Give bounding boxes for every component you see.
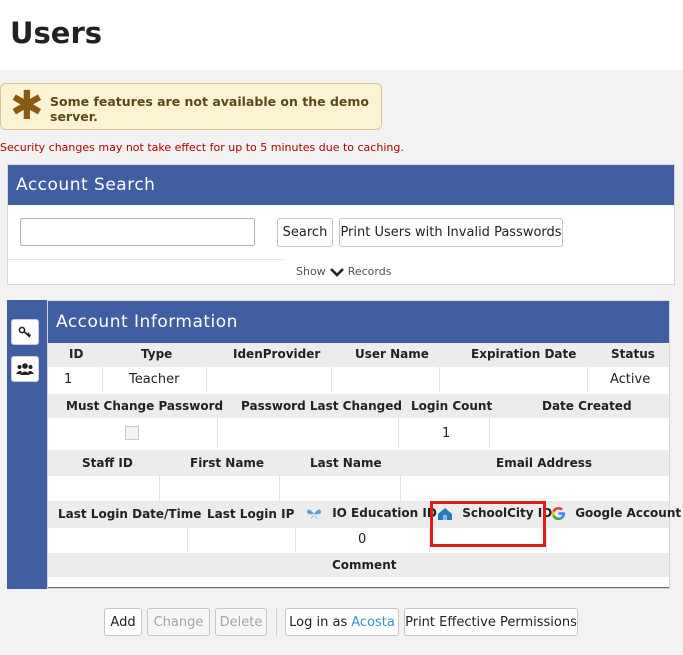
row4-values: 0 (48, 528, 669, 552)
google-account-header: Google Account (575, 506, 682, 520)
notice-text: Some features are not available on the d… (50, 94, 370, 124)
password-last-changed-header: Password Last Changed (241, 399, 402, 413)
chevron-down-icon (329, 267, 344, 277)
io-education-id-header-cell: IO Education ID (306, 506, 437, 520)
username-header: User Name (355, 347, 429, 361)
type-header: Type (141, 347, 173, 361)
idenprovider-header: IdenProvider (233, 347, 321, 361)
status-header: Status (611, 347, 655, 361)
must-change-password-header: Must Change Password (66, 399, 224, 413)
row3-values (48, 476, 669, 501)
log-in-as-user: Acosta (351, 614, 395, 630)
login-count-header: Login Count (411, 399, 493, 413)
account-information-header: Account Information (48, 301, 669, 343)
io-education-id-value: 0 (358, 532, 367, 547)
last-login-datetime-header: Last Login Date/Time (58, 507, 202, 521)
page-title: Users (10, 16, 103, 50)
demo-notice: ✱ Some features are not available on the… (0, 83, 382, 130)
add-button[interactable]: Add (104, 608, 142, 636)
row1-values: 1 Teacher Active (48, 367, 669, 392)
first-name-header: First Name (190, 456, 265, 470)
type-value: Teacher (129, 372, 180, 387)
login-count-value: 1 (442, 426, 451, 441)
key-icon (18, 326, 32, 338)
action-divider (276, 608, 277, 636)
id-header: ID (69, 347, 84, 361)
show-records-toggle[interactable]: Show Records (296, 265, 391, 278)
change-button[interactable]: Change (147, 608, 210, 636)
groups-tab[interactable] (11, 356, 39, 382)
butterfly-icon (306, 509, 322, 519)
asterisk-icon: ✱ (10, 83, 44, 129)
row2-values: 1 (48, 418, 669, 448)
print-effective-permissions-button[interactable]: Print Effective Permissions (404, 608, 578, 636)
date-created-header: Date Created (542, 399, 632, 413)
show-label: Show (296, 265, 326, 278)
last-name-header: Last Name (310, 456, 382, 470)
comment-value[interactable] (48, 577, 669, 588)
account-information-panel: Account Information ID Type IdenProvider… (47, 300, 681, 589)
last-login-ip-header: Last Login IP (207, 507, 295, 521)
log-in-as-label: Log in as (289, 614, 348, 630)
status-value: Active (610, 372, 651, 387)
row3-headers: Staff ID First Name Last Name Email Addr… (48, 450, 669, 476)
account-search-panel: Account Search Search Print Users with I… (7, 164, 675, 285)
records-label: Records (347, 265, 392, 278)
google-g-icon (551, 506, 566, 521)
email-address-header: Email Address (496, 456, 593, 470)
schoolcity-id-highlight (430, 501, 546, 547)
expiration-date-header: Expiration Date (471, 347, 577, 361)
comment-header: Comment (332, 558, 397, 572)
row5-headers: Comment (48, 553, 669, 577)
row1-headers: ID Type IdenProvider User Name Expiratio… (48, 343, 669, 367)
id-value: 1 (64, 372, 73, 387)
delete-button[interactable]: Delete (215, 608, 267, 636)
print-invalid-passwords-button[interactable]: Print Users with Invalid Passwords (339, 218, 563, 247)
search-divider (8, 259, 283, 260)
row2-headers: Must Change Password Password Last Chang… (48, 394, 669, 418)
log-in-as-button[interactable]: Log in as Acosta (285, 608, 399, 636)
side-tab-strip (7, 300, 47, 589)
google-account-header-cell: Google Account (551, 506, 681, 521)
caching-warning: Security changes may not take effect for… (0, 141, 404, 154)
search-input[interactable] (20, 218, 255, 246)
row4-headers: Last Login Date/Time Last Login IP IO Ed… (48, 501, 681, 528)
key-tab[interactable] (11, 319, 39, 345)
must-change-password-checkbox[interactable] (125, 426, 139, 440)
search-button[interactable]: Search (277, 218, 333, 247)
staff-id-header: Staff ID (82, 456, 133, 470)
users-group-icon (16, 363, 34, 375)
io-education-id-header: IO Education ID (332, 506, 437, 520)
account-search-header: Account Search (8, 165, 674, 205)
